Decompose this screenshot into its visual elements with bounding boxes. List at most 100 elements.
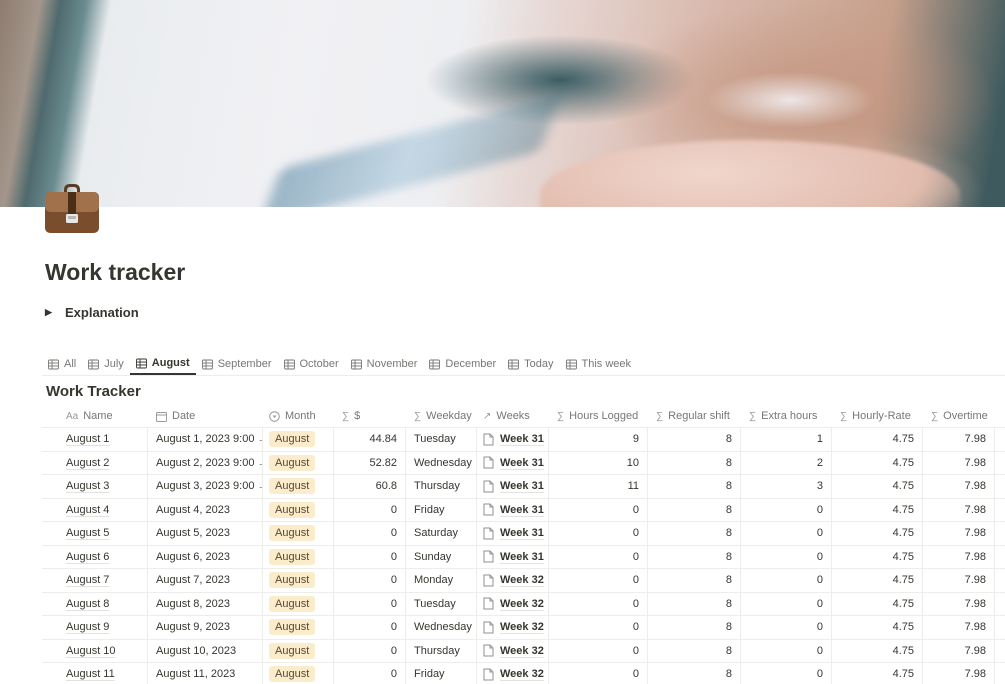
- cell-name[interactable]: August 7: [42, 569, 148, 592]
- cell-overtime[interactable]: 7.98: [923, 451, 995, 474]
- cell-hourly-rate[interactable]: 4.75: [832, 451, 923, 474]
- week-relation-link[interactable]: Week 31: [483, 433, 544, 446]
- cell-extra-hours[interactable]: 0: [741, 592, 832, 615]
- cell-name[interactable]: August 3: [42, 475, 148, 498]
- cell-extra-hours[interactable]: 0: [741, 569, 832, 592]
- table-row[interactable]: August 8 August 8, 2023 August 0 Tuesday Week…: [42, 592, 1005, 616]
- cell-hours-logged[interactable]: 0: [549, 639, 648, 662]
- cell-hourly-rate[interactable]: 4.75: [832, 663, 923, 684]
- tab-october[interactable]: October: [278, 349, 345, 375]
- cell-date[interactable]: August 2, 2023 9:00 →: [148, 451, 263, 474]
- cell-hourly-rate[interactable]: 4.75: [832, 639, 923, 662]
- cell-extra-hours[interactable]: 3: [741, 475, 832, 498]
- column-header-extra-hours[interactable]: ∑ Extra hours: [741, 405, 832, 427]
- cell-weekday[interactable]: Monday: [406, 569, 477, 592]
- row-title[interactable]: August 7: [66, 574, 109, 586]
- cell-name[interactable]: August 4: [42, 498, 148, 521]
- cell-overtime[interactable]: 7.98: [923, 663, 995, 684]
- cell-overtime[interactable]: 7.98: [923, 428, 995, 451]
- cell-hourly-rate[interactable]: 4.75: [832, 545, 923, 568]
- cell-extra-hours[interactable]: 0: [741, 616, 832, 639]
- tab-this-week[interactable]: This week: [560, 349, 638, 375]
- cell-hours-logged[interactable]: 11: [549, 475, 648, 498]
- cell-dollar[interactable]: 0: [334, 498, 406, 521]
- page-title[interactable]: Work tracker: [45, 259, 185, 286]
- cell-weekday[interactable]: Friday: [406, 498, 477, 521]
- cell-hourly-rate[interactable]: 4.75: [832, 498, 923, 521]
- cell-hours-logged[interactable]: 9: [549, 428, 648, 451]
- page-cover-image[interactable]: [0, 0, 1005, 207]
- cell-overtime[interactable]: 7.98: [923, 592, 995, 615]
- column-header-month[interactable]: Month: [263, 405, 334, 427]
- cell-overtime[interactable]: 7.98: [923, 475, 995, 498]
- cell-name[interactable]: August 5: [42, 522, 148, 545]
- column-header-weeks[interactable]: ↗ Weeks: [477, 405, 549, 427]
- week-relation-link[interactable]: Week 32: [483, 644, 544, 657]
- cell-name[interactable]: August 1: [42, 428, 148, 451]
- table-row[interactable]: August 10 August 10, 2023 August 0 Thursday W…: [42, 639, 1005, 663]
- column-header-dollar[interactable]: ∑ $: [334, 405, 406, 427]
- row-title[interactable]: August 2: [66, 457, 109, 469]
- week-relation-link[interactable]: Week 32: [483, 597, 544, 610]
- column-header-weekday[interactable]: ∑ Weekday: [406, 405, 477, 427]
- cell-extra-hours[interactable]: 0: [741, 663, 832, 684]
- cell-hours-logged[interactable]: 0: [549, 663, 648, 684]
- cell-regular-shift[interactable]: 8: [648, 592, 741, 615]
- row-title[interactable]: August 10: [66, 645, 116, 657]
- cell-weekday[interactable]: Tuesday: [406, 428, 477, 451]
- cell-hourly-rate[interactable]: 4.75: [832, 569, 923, 592]
- cell-weeks[interactable]: Week 31: [477, 498, 549, 521]
- cell-weeks[interactable]: Week 31: [477, 428, 549, 451]
- cell-regular-shift[interactable]: 8: [648, 616, 741, 639]
- cell-hourly-rate[interactable]: 4.75: [832, 475, 923, 498]
- table-row[interactable]: August 11 August 11, 2023 August 0 Friday Wee…: [42, 663, 1005, 684]
- cell-weeks[interactable]: Week 32: [477, 569, 549, 592]
- explanation-toggle[interactable]: ▶ Explanation: [45, 305, 139, 320]
- column-header-date[interactable]: Date: [148, 405, 263, 427]
- cell-weekday[interactable]: Sunday: [406, 545, 477, 568]
- cell-date[interactable]: August 3, 2023 9:00 →: [148, 475, 263, 498]
- cell-hours-logged[interactable]: 0: [549, 498, 648, 521]
- cell-hourly-rate[interactable]: 4.75: [832, 616, 923, 639]
- cell-name[interactable]: August 10: [42, 639, 148, 662]
- cell-dollar[interactable]: 0: [334, 592, 406, 615]
- cell-regular-shift[interactable]: 8: [648, 639, 741, 662]
- row-title[interactable]: August 3: [66, 480, 109, 492]
- table-row[interactable]: August 2 August 2, 2023 9:00 → August 52.82…: [42, 451, 1005, 475]
- cell-extra-hours[interactable]: 0: [741, 545, 832, 568]
- week-relation-link[interactable]: Week 31: [483, 480, 544, 493]
- cell-overtime[interactable]: 7.98: [923, 522, 995, 545]
- week-relation-link[interactable]: Week 32: [483, 574, 544, 587]
- cell-extra-hours[interactable]: 2: [741, 451, 832, 474]
- cell-month[interactable]: August: [263, 639, 334, 662]
- cell-regular-shift[interactable]: 8: [648, 522, 741, 545]
- row-title[interactable]: August 6: [66, 551, 109, 563]
- week-relation-link[interactable]: Week 31: [483, 456, 544, 469]
- cell-month[interactable]: August: [263, 522, 334, 545]
- tab-december[interactable]: December: [423, 349, 502, 375]
- cell-name[interactable]: August 2: [42, 451, 148, 474]
- cell-extra-hours[interactable]: 0: [741, 498, 832, 521]
- cell-weeks[interactable]: Week 32: [477, 616, 549, 639]
- cell-month[interactable]: August: [263, 569, 334, 592]
- cell-regular-shift[interactable]: 8: [648, 475, 741, 498]
- cell-date[interactable]: August 11, 2023: [148, 663, 263, 684]
- cell-date[interactable]: August 6, 2023: [148, 545, 263, 568]
- cell-dollar[interactable]: 60.8: [334, 475, 406, 498]
- table-row[interactable]: August 6 August 6, 2023 August 0 Sunday Week …: [42, 545, 1005, 569]
- cell-hourly-rate[interactable]: 4.75: [832, 522, 923, 545]
- cell-hours-logged[interactable]: 0: [549, 592, 648, 615]
- cell-date[interactable]: August 1, 2023 9:00 →: [148, 428, 263, 451]
- cell-weekday[interactable]: Wednesday: [406, 451, 477, 474]
- cell-dollar[interactable]: 0: [334, 522, 406, 545]
- cell-extra-hours[interactable]: 0: [741, 522, 832, 545]
- row-title[interactable]: August 9: [66, 621, 109, 633]
- cell-overtime[interactable]: 7.98: [923, 569, 995, 592]
- cell-month[interactable]: August: [263, 475, 334, 498]
- cell-date[interactable]: August 7, 2023: [148, 569, 263, 592]
- cell-date[interactable]: August 8, 2023: [148, 592, 263, 615]
- table-row[interactable]: August 5 August 5, 2023 August 0 Saturday Wee…: [42, 522, 1005, 546]
- cell-date[interactable]: August 9, 2023: [148, 616, 263, 639]
- cell-weekday[interactable]: Thursday: [406, 475, 477, 498]
- tab-september[interactable]: September: [196, 349, 278, 375]
